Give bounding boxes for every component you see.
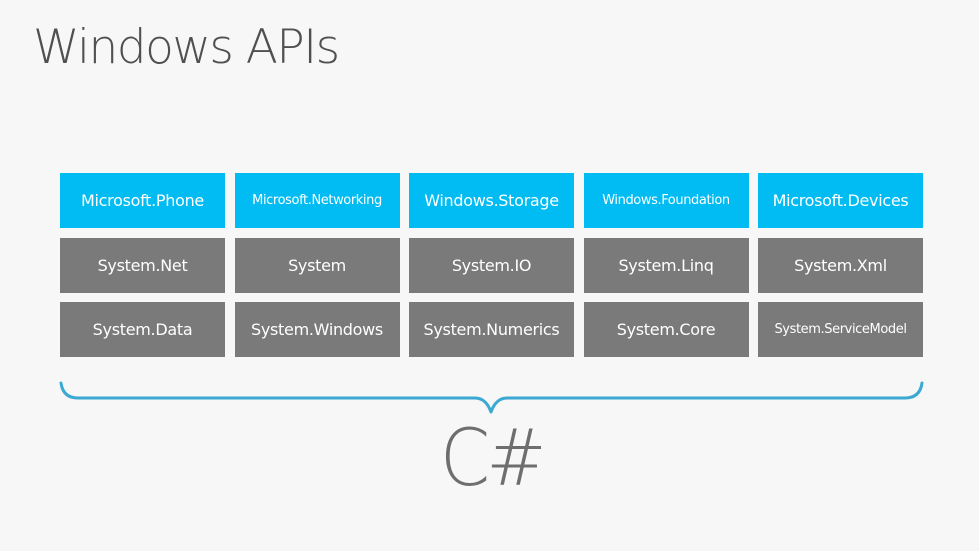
csharp-label: C# xyxy=(440,414,547,504)
